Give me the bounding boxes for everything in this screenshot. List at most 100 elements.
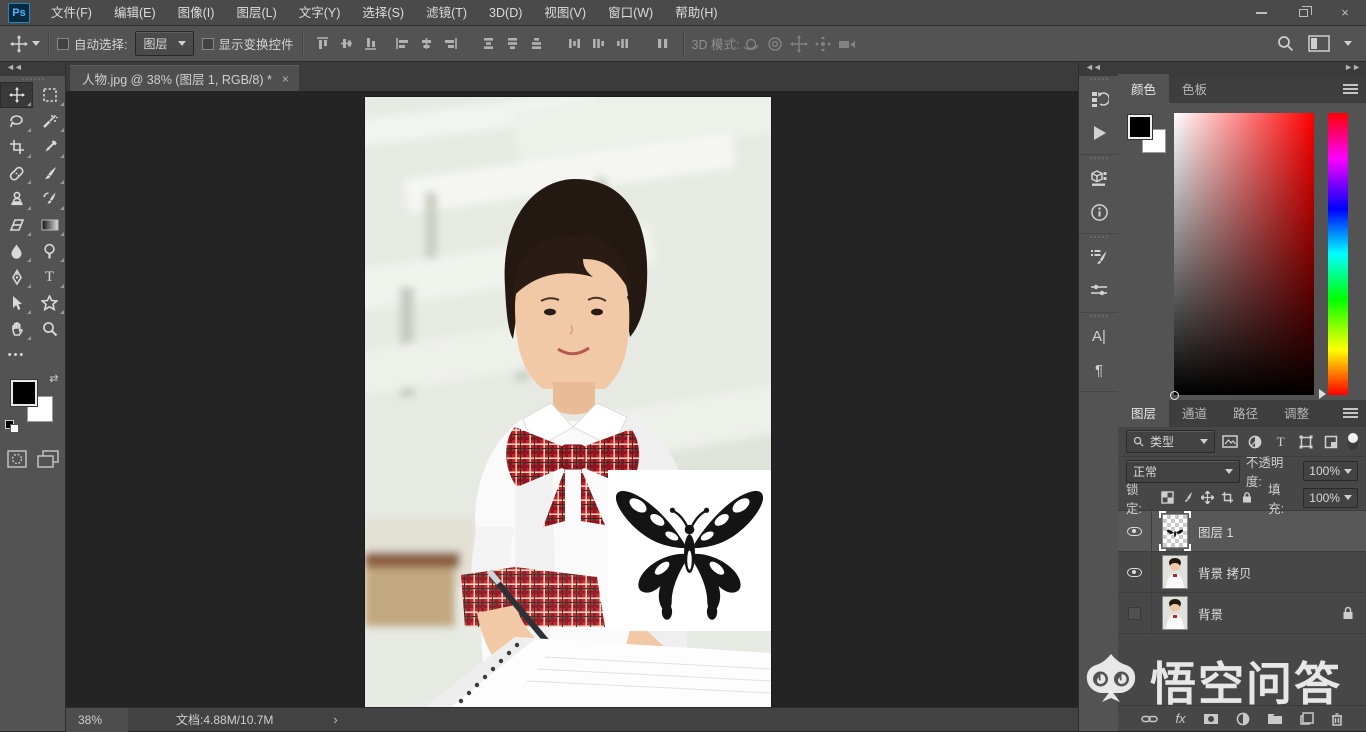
layer-thumbnail[interactable]: [1162, 555, 1188, 589]
distribute-vertical-center-button[interactable]: [501, 32, 525, 56]
pen-tool[interactable]: [0, 264, 33, 290]
actions-panel-icon[interactable]: [1079, 116, 1119, 150]
panel-menu-icon[interactable]: [1343, 84, 1358, 94]
expand-panels-chevron[interactable]: ◄◄: [1079, 62, 1118, 76]
layer-row-layer1[interactable]: 图层 1: [1118, 510, 1366, 552]
filter-toggle-switch[interactable]: [1348, 432, 1359, 450]
align-vertical-center-button[interactable]: [335, 32, 359, 56]
menu-edit[interactable]: 编辑(E): [103, 0, 167, 26]
fill-field[interactable]: 100%: [1303, 487, 1358, 508]
search-icon[interactable]: [1277, 35, 1294, 52]
eraser-tool[interactable]: [0, 212, 33, 238]
align-horizontal-center-button[interactable]: [415, 32, 439, 56]
zoom-level-field[interactable]: 38%: [66, 707, 128, 732]
menu-file[interactable]: 文件(F): [40, 0, 103, 26]
distribute-right-button[interactable]: [611, 32, 635, 56]
visibility-toggle[interactable]: [1118, 510, 1152, 552]
layer-row-background-copy[interactable]: 背景 拷贝: [1118, 551, 1366, 593]
document-tab[interactable]: 人物.jpg @ 38% (图层 1, RGB/8) * ×: [70, 65, 299, 91]
history-panel-icon[interactable]: [1079, 82, 1119, 116]
distribute-spacing-button[interactable]: [651, 32, 675, 56]
saturation-brightness-field[interactable]: [1170, 113, 1314, 400]
eyedropper-tool[interactable]: [33, 134, 66, 160]
marquee-tool[interactable]: [33, 82, 66, 108]
tab-swatches[interactable]: 色板: [1169, 74, 1220, 103]
crop-tool[interactable]: [0, 134, 33, 160]
distribute-top-button[interactable]: [477, 32, 501, 56]
swap-colors-icon[interactable]: ⇄: [49, 372, 58, 385]
lock-transparency-icon[interactable]: [1161, 491, 1174, 504]
new-group-icon[interactable]: [1267, 713, 1283, 725]
layer-name[interactable]: 背景 拷贝: [1198, 563, 1251, 582]
path-selection-tool[interactable]: [0, 290, 33, 316]
gradient-tool[interactable]: [33, 212, 66, 238]
quick-selection-tool[interactable]: [33, 108, 66, 134]
3d-camera-icon[interactable]: [835, 32, 859, 56]
menu-view[interactable]: 视图(V): [533, 0, 597, 26]
auto-select-dropdown[interactable]: 图层: [135, 31, 194, 56]
chevron-down-icon[interactable]: [1344, 41, 1352, 46]
edit-toolbar-ellipsis[interactable]: •••: [0, 342, 33, 368]
align-bottom-button[interactable]: [359, 32, 383, 56]
menu-help[interactable]: 帮助(H): [664, 0, 728, 26]
filter-smart-objects-icon[interactable]: [1321, 433, 1340, 451]
delete-layer-icon[interactable]: [1331, 712, 1343, 726]
3d-slide-icon[interactable]: [811, 32, 835, 56]
history-brush-tool[interactable]: [33, 186, 66, 212]
tab-paths[interactable]: 路径: [1220, 398, 1271, 427]
panel-menu-icon[interactable]: [1343, 408, 1358, 418]
canvas-area[interactable]: [66, 91, 1078, 707]
distribute-left-button[interactable]: [563, 32, 587, 56]
3d-rotate-icon[interactable]: [739, 32, 763, 56]
quick-mask-icon[interactable]: [6, 450, 27, 468]
layer-thumbnail[interactable]: [1159, 511, 1191, 551]
filter-type-layers-icon[interactable]: T: [1271, 433, 1290, 451]
menu-window[interactable]: 窗口(W): [597, 0, 664, 26]
tab-color[interactable]: 颜色: [1118, 74, 1170, 103]
align-right-button[interactable]: [439, 32, 463, 56]
butterfly-layer-image[interactable]: [608, 470, 771, 631]
move-tool-preset[interactable]: [10, 34, 40, 53]
lock-position-icon[interactable]: [1201, 491, 1215, 504]
default-colors-icon[interactable]: [4, 420, 21, 434]
zoom-tool[interactable]: [33, 316, 66, 342]
opacity-field[interactable]: 100%: [1303, 461, 1358, 481]
visibility-toggle[interactable]: [1118, 592, 1152, 634]
lasso-tool[interactable]: [0, 108, 33, 134]
foreground-color-swatch[interactable]: [9, 379, 38, 407]
custom-shape-tool[interactable]: [33, 290, 66, 316]
layer-thumbnail[interactable]: [1162, 596, 1188, 630]
photo-document[interactable]: [365, 97, 771, 707]
link-layers-icon[interactable]: [1141, 714, 1159, 724]
blur-tool[interactable]: [0, 238, 33, 264]
new-adjustment-layer-icon[interactable]: [1236, 712, 1250, 726]
brush-settings-panel-icon[interactable]: [1079, 240, 1119, 274]
spot-healing-tool[interactable]: [0, 160, 33, 186]
screen-mode-icon[interactable]: [36, 450, 59, 468]
close-button[interactable]: ×: [1324, 0, 1366, 26]
move-tool[interactable]: [0, 82, 33, 108]
restore-button[interactable]: [1282, 0, 1324, 26]
close-tab-icon[interactable]: ×: [282, 72, 289, 86]
tab-channels[interactable]: 通道: [1169, 398, 1220, 427]
menu-type[interactable]: 文字(Y): [288, 0, 352, 26]
brushes-panel-icon[interactable]: [1079, 274, 1119, 308]
clone-stamp-tool[interactable]: [0, 186, 33, 212]
add-mask-icon[interactable]: [1203, 713, 1219, 725]
menu-filter[interactable]: 滤镜(T): [415, 0, 478, 26]
layer-row-background[interactable]: 背景: [1118, 592, 1366, 634]
status-options-chevron[interactable]: ›: [333, 712, 337, 727]
foreground-color-swatch[interactable]: [1127, 114, 1153, 140]
lock-pixels-icon[interactable]: [1181, 491, 1194, 504]
menu-layer[interactable]: 图层(L): [225, 0, 287, 26]
layer-style-icon[interactable]: fx: [1175, 711, 1185, 726]
type-tool[interactable]: T: [33, 264, 66, 290]
paragraph-panel-icon[interactable]: ¶: [1079, 353, 1119, 387]
lock-all-icon[interactable]: [1241, 491, 1253, 504]
filter-adjustment-layers-icon[interactable]: [1246, 433, 1265, 451]
brush-tool[interactable]: [33, 160, 66, 186]
menu-select[interactable]: 选择(S): [351, 0, 415, 26]
filter-shape-layers-icon[interactable]: [1296, 433, 1315, 451]
distribute-bottom-button[interactable]: [525, 32, 549, 56]
hand-tool[interactable]: [0, 316, 33, 342]
